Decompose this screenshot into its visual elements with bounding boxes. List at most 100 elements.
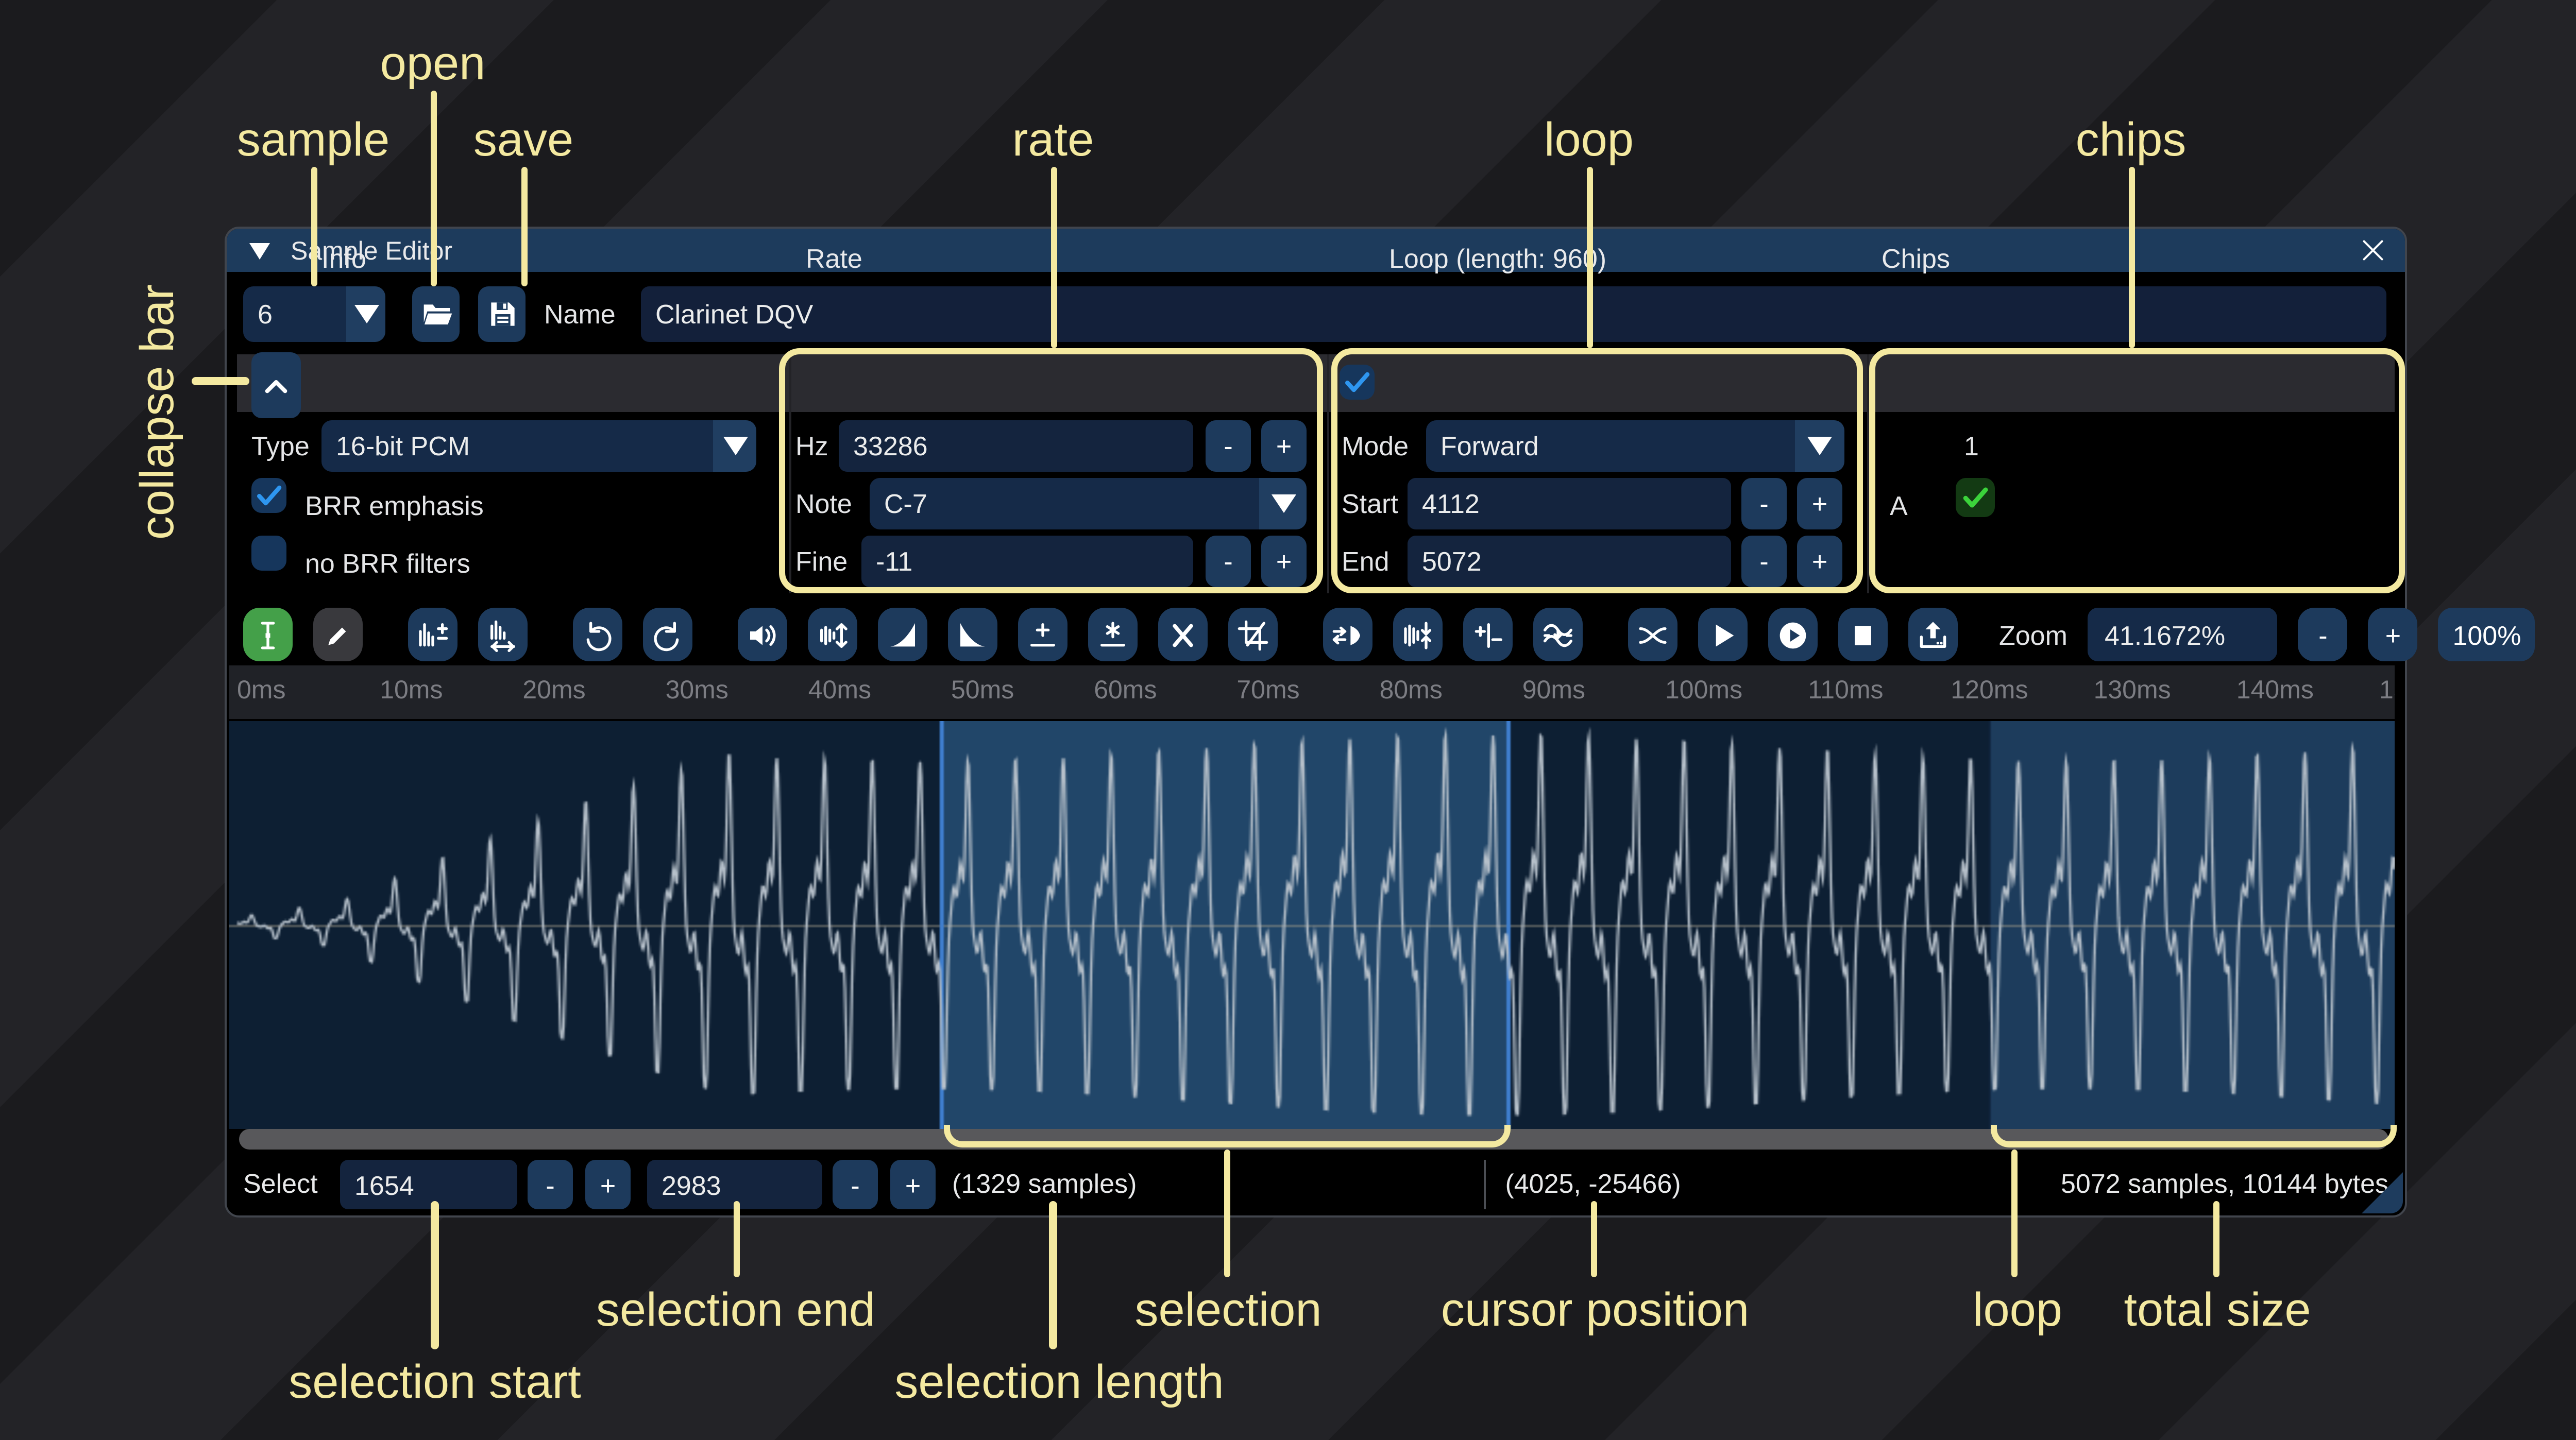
sample-toolbar: Zoom 41.1672% - + 100% bbox=[243, 608, 2535, 661]
info-checkbox-label: BRR emphasis bbox=[305, 480, 484, 532]
selection-end-decrement-button[interactable]: - bbox=[833, 1160, 878, 1209]
insert-silence-button[interactable] bbox=[1018, 608, 1067, 661]
invert-button[interactable] bbox=[1393, 608, 1443, 661]
info-checkbox-label: no BRR filters bbox=[305, 538, 470, 589]
apply-filter-button[interactable] bbox=[1533, 608, 1583, 661]
reverse-button[interactable] bbox=[1323, 608, 1372, 661]
annotation-line-chips bbox=[2128, 167, 2135, 348]
fade-in-button[interactable] bbox=[878, 608, 927, 661]
selection-start-decrement-button[interactable]: - bbox=[528, 1160, 573, 1209]
zoom-reset-button[interactable]: 100% bbox=[2438, 608, 2535, 661]
sample-type-combo[interactable]: 16-bit PCM bbox=[321, 420, 756, 472]
fadeout-icon bbox=[956, 617, 989, 652]
annotation-selection-end: selection end bbox=[596, 1282, 875, 1338]
annotation-rate: rate bbox=[1012, 112, 1094, 168]
insertsil-icon bbox=[1026, 617, 1059, 652]
ruler-tick-label: 80ms bbox=[1380, 676, 1443, 705]
cursor-position-text: (4025, -25466) bbox=[1486, 1168, 1700, 1199]
signed-unsigned-button[interactable] bbox=[1463, 608, 1513, 661]
invert-icon bbox=[1401, 617, 1434, 652]
ruler-tick-label: 60ms bbox=[1094, 676, 1157, 705]
zoom-out-button[interactable]: - bbox=[2298, 608, 2348, 661]
redo-icon bbox=[651, 617, 684, 652]
sample-slot-combo[interactable]: 6 bbox=[243, 286, 385, 342]
play-icon bbox=[1706, 617, 1739, 652]
resize-button[interactable] bbox=[408, 608, 457, 661]
undo-icon bbox=[581, 617, 614, 652]
floppy-save-icon bbox=[485, 297, 518, 332]
amplify-button[interactable] bbox=[738, 608, 787, 661]
info-checkbox-1[interactable] bbox=[251, 536, 286, 571]
loop-section-header: Loop (length: 960) bbox=[1389, 229, 1606, 286]
annotation-line-sample bbox=[310, 167, 317, 286]
resize-icon bbox=[416, 617, 449, 652]
ibeam-icon bbox=[251, 617, 284, 652]
annotation-save: save bbox=[473, 112, 573, 168]
stop-sample-button[interactable] bbox=[1838, 608, 1888, 661]
ruler-tick-label: 140ms bbox=[2236, 676, 2314, 705]
annotation-sample: sample bbox=[237, 112, 390, 168]
chevron-up-icon bbox=[260, 368, 293, 403]
ruler-tick-label: 30ms bbox=[666, 676, 728, 705]
resample-button[interactable] bbox=[478, 608, 528, 661]
check-icon bbox=[253, 480, 284, 511]
import-sample-button[interactable] bbox=[1908, 608, 1958, 661]
preview-sample-button[interactable] bbox=[1768, 608, 1818, 661]
annotation-loop: loop bbox=[1544, 112, 1634, 168]
fadein-icon bbox=[886, 617, 919, 652]
fade-out-button[interactable] bbox=[948, 608, 997, 661]
play-sample-button[interactable] bbox=[1698, 608, 1748, 661]
crossfade-icon bbox=[1636, 617, 1669, 652]
annotation-line-loop bbox=[1586, 167, 1593, 348]
edit-mode-select-button[interactable] bbox=[243, 608, 293, 661]
save-sample-button[interactable] bbox=[478, 286, 526, 342]
close-icon[interactable] bbox=[2358, 235, 2388, 266]
window-resize-grip[interactable] bbox=[2362, 1172, 2403, 1213]
resample-icon bbox=[486, 617, 519, 652]
redo-button[interactable] bbox=[643, 608, 692, 661]
normalize-button[interactable] bbox=[808, 608, 857, 661]
chevron-down-icon[interactable] bbox=[713, 420, 756, 472]
selection-end-increment-button[interactable]: + bbox=[890, 1160, 936, 1209]
type-label: Type bbox=[251, 420, 310, 472]
rate-callout-box bbox=[779, 348, 1323, 593]
trim-button[interactable] bbox=[1228, 608, 1278, 661]
time-ruler[interactable]: 0ms10ms20ms30ms40ms50ms60ms70ms80ms90ms1… bbox=[229, 665, 2395, 719]
selection-length-text: (1329 samples) bbox=[952, 1168, 1137, 1199]
sample-type-value: 16-bit PCM bbox=[321, 420, 713, 472]
sample-slot-value: 6 bbox=[243, 286, 346, 342]
pencil-icon bbox=[321, 617, 354, 652]
info-section-header: Info bbox=[321, 229, 366, 286]
filter-icon bbox=[1541, 617, 1574, 652]
name-input[interactable]: Clarinet DQV bbox=[641, 286, 2386, 342]
apply-silence-button[interactable] bbox=[1088, 608, 1138, 661]
chips-callout-box bbox=[1869, 348, 2405, 593]
select-label: Select bbox=[243, 1168, 318, 1199]
amplify-icon bbox=[746, 617, 779, 652]
chevron-down-icon[interactable] bbox=[346, 286, 385, 342]
ruler-tick-label: 150 bbox=[2379, 676, 2395, 705]
open-sample-button[interactable] bbox=[412, 286, 460, 342]
undo-button[interactable] bbox=[573, 608, 622, 661]
annotation-selection-start: selection start bbox=[289, 1355, 581, 1410]
annotation-collapse-bar: collapse bar bbox=[130, 241, 185, 540]
zoom-input[interactable]: 41.1672% bbox=[2088, 608, 2278, 661]
annotation-line-loop-bottom bbox=[2010, 1150, 2018, 1277]
window-collapse-icon[interactable] bbox=[249, 242, 270, 259]
zoom-in-button[interactable]: + bbox=[2368, 608, 2418, 661]
waveform-display[interactable] bbox=[229, 721, 2395, 1129]
annotation-selection: selection bbox=[1134, 1282, 1321, 1338]
annotation-cursor-position: cursor position bbox=[1441, 1282, 1749, 1338]
ruler-tick-label: 100ms bbox=[1665, 676, 1742, 705]
name-label: Name bbox=[544, 288, 616, 340]
selection-start-input[interactable]: 1654 bbox=[340, 1160, 517, 1209]
info-checkbox-0[interactable] bbox=[251, 478, 286, 513]
window-titlebar[interactable]: Sample Editor bbox=[227, 229, 2405, 272]
ruler-tick-label: 40ms bbox=[808, 676, 871, 705]
selection-start-increment-button[interactable]: + bbox=[585, 1160, 631, 1209]
annotation-line-cursor-position bbox=[1590, 1201, 1597, 1277]
delete-button[interactable] bbox=[1158, 608, 1208, 661]
crossfade-loop-points-button[interactable] bbox=[1628, 608, 1677, 661]
collapse-bar-button[interactable] bbox=[251, 352, 301, 418]
edit-mode-draw-button[interactable] bbox=[313, 608, 363, 661]
